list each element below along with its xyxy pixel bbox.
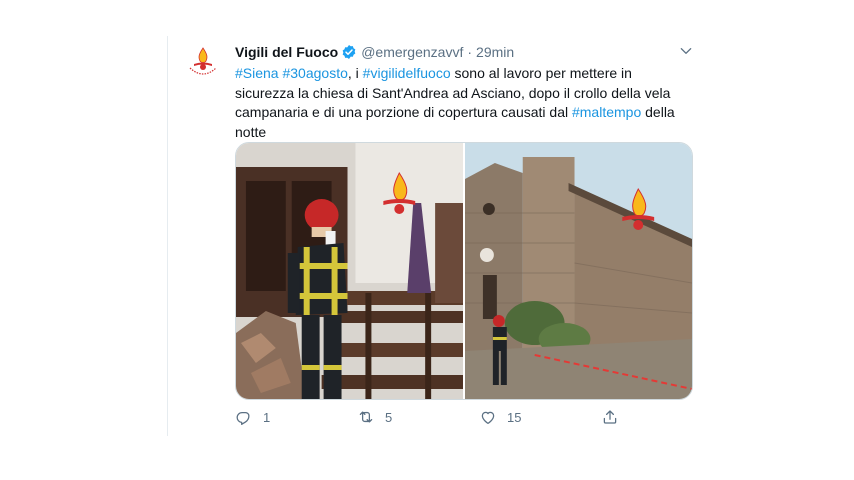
avatar[interactable] (184, 44, 222, 82)
hashtag-link[interactable]: #maltempo (572, 104, 641, 120)
separator-dot: · (467, 44, 473, 60)
retweet-button[interactable]: 5 (357, 408, 392, 426)
chevron-down-icon[interactable] (678, 43, 694, 59)
tweet-media[interactable] (235, 142, 693, 400)
reply-icon (236, 412, 250, 425)
media-photo-left[interactable] (236, 143, 463, 399)
share-icon (603, 410, 617, 424)
reply-button[interactable]: 1 (235, 408, 270, 426)
hashtag-link[interactable]: #vigilidelfuoco (363, 65, 451, 81)
media-photo-right[interactable] (465, 143, 692, 399)
tweet-timestamp[interactable]: 29min (476, 44, 514, 60)
like-count: 15 (507, 409, 522, 425)
retweet-count: 5 (385, 409, 393, 425)
verified-badge-icon (342, 45, 356, 59)
hashtag-link[interactable]: #30agosto (282, 65, 347, 81)
tweet-text-segment: , i (347, 65, 363, 81)
tweet-actions: 1 5 15 (235, 408, 685, 428)
author-name[interactable]: Vigili del Fuoco (235, 44, 338, 60)
share-button[interactable] (601, 408, 619, 426)
tweet-header: Vigili del Fuoco @emergenzavvf · 29min (235, 43, 514, 61)
retweet-icon (359, 411, 373, 423)
tweet[interactable]: Vigili del Fuoco @emergenzavvf · 29min #… (168, 36, 708, 436)
hashtag-link[interactable]: #Siena (235, 65, 279, 81)
like-button[interactable]: 15 (479, 408, 521, 426)
like-icon (481, 411, 495, 425)
tweet-text: #Siena #30agosto, i #vigilidelfuoco sono… (235, 64, 675, 142)
reply-count: 1 (263, 409, 271, 425)
author-handle[interactable]: @emergenzavvf (361, 44, 463, 60)
